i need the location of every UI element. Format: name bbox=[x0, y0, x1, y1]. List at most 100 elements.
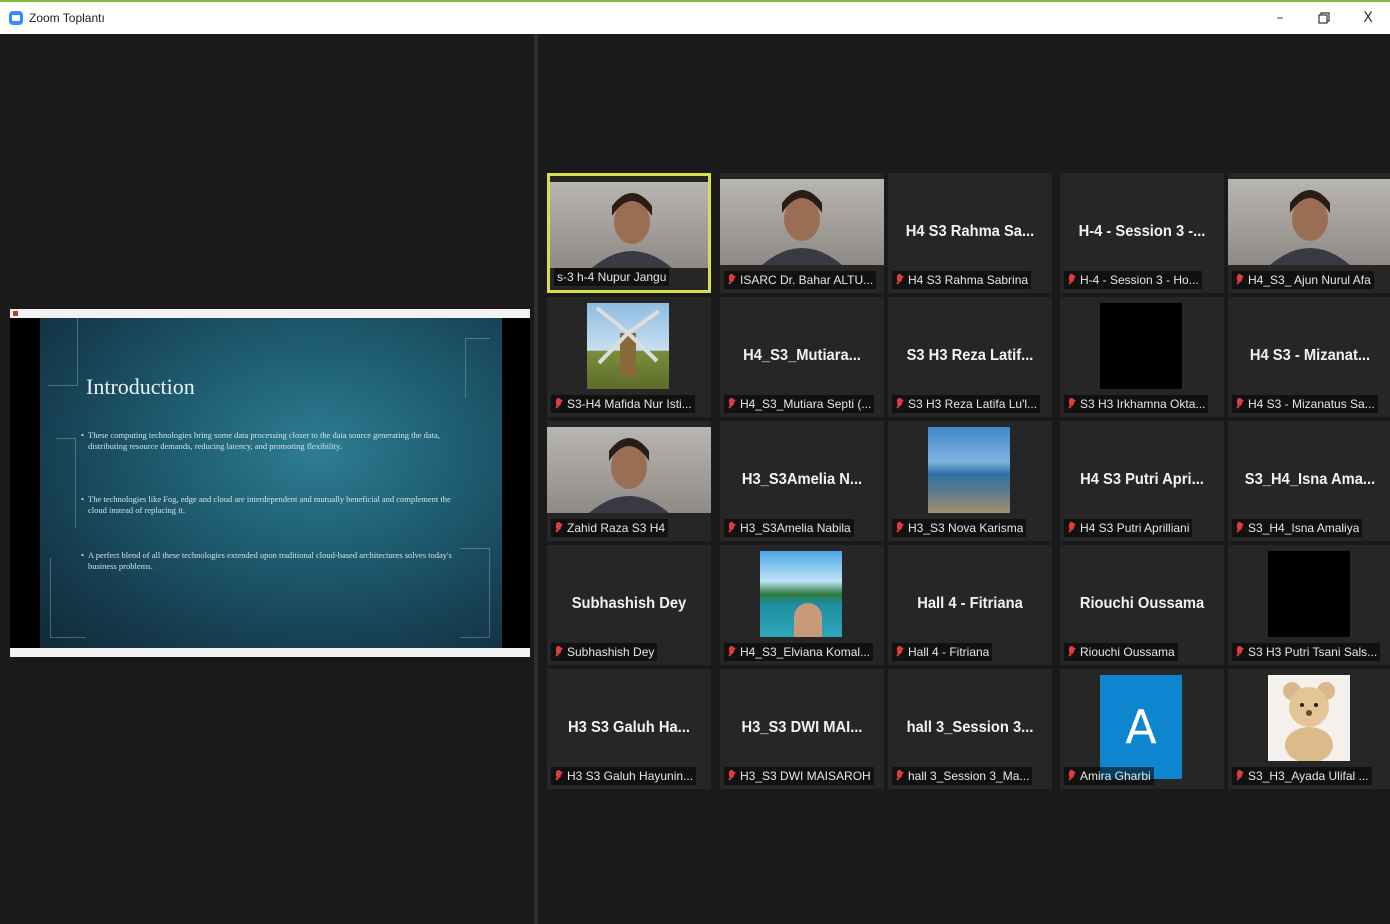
participant-tile[interactable]: Subhashish Dey Subhashish Dey bbox=[547, 545, 711, 665]
participant-tile[interactable]: S3 H3 Putri Tsani Sals... bbox=[1228, 545, 1390, 665]
participant-tile[interactable]: S3_H3_Ayada Ulifal ... bbox=[1228, 669, 1390, 789]
participant-display-name: Hall 4 - Fitriana bbox=[917, 595, 1023, 612]
muted-mic-icon bbox=[554, 770, 563, 782]
muted-mic-icon bbox=[1235, 770, 1244, 782]
participant-display-name: H4 S3 Putri Apri... bbox=[1080, 471, 1204, 488]
participant-name: Riouchi Oussama bbox=[1080, 645, 1175, 659]
participant-name-label: Subhashish Dey bbox=[551, 643, 658, 661]
muted-mic-icon bbox=[1067, 274, 1076, 286]
window-title: Zoom Toplantı bbox=[29, 11, 105, 25]
window-controls: – X bbox=[1258, 2, 1390, 34]
participant-tile[interactable]: s-3 h-4 Nupur Jangu bbox=[547, 173, 711, 293]
muted-mic-icon bbox=[727, 274, 736, 286]
participant-name-label: H3 S3 Galuh Hayunin... bbox=[551, 767, 697, 785]
participant-tile[interactable]: H3_S3Amelia N... H3_S3Amelia Nabila bbox=[720, 421, 884, 541]
participant-display-name: H-4 - Session 3 -... bbox=[1078, 223, 1206, 240]
video-teddy bbox=[1268, 675, 1350, 763]
participant-tile[interactable]: H4_S3_ Ajun Nurul Afa bbox=[1228, 173, 1390, 293]
participant-tile[interactable]: S3-H4 Mafida Nur Isti... bbox=[547, 297, 711, 417]
participant-name-label: H-4 - Session 3 - Ho... bbox=[1064, 271, 1202, 289]
participant-name-label: S3 H3 Irkhamna Okta... bbox=[1064, 395, 1209, 413]
participant-name-label: H4 S3 - Mizanatus Sa... bbox=[1232, 395, 1378, 413]
close-button[interactable]: X bbox=[1346, 2, 1390, 34]
minimize-button[interactable]: – bbox=[1258, 2, 1302, 34]
participant-name: Amira Gharbi bbox=[1080, 769, 1151, 783]
participant-display-name: H4 S3 - Mizanat... bbox=[1249, 347, 1371, 364]
slide-bullet: These computing technologies bring some … bbox=[81, 430, 458, 452]
participant-tile[interactable]: hall 3_Session 3... hall 3_Session 3_Ma..… bbox=[888, 669, 1052, 789]
participant-tile[interactable]: ISARC Dr. Bahar ALTU... bbox=[720, 173, 884, 293]
muted-mic-icon bbox=[554, 522, 563, 534]
participant-tile[interactable]: A Amira Gharbi bbox=[1060, 669, 1224, 789]
participant-name-label: H4_S3_Mutiara Septi (... bbox=[724, 395, 875, 413]
muted-mic-icon bbox=[895, 398, 904, 410]
participant-name-label: S3_H4_Isna Amaliya bbox=[1232, 519, 1363, 537]
muted-mic-icon bbox=[895, 522, 904, 534]
participant-tile[interactable]: S3_H4_Isna Ama... S3_H4_Isna Amaliya bbox=[1228, 421, 1390, 541]
participant-name-label: S3 H3 Putri Tsani Sals... bbox=[1232, 643, 1381, 661]
muted-mic-icon bbox=[727, 646, 736, 658]
participant-display-name: H3 S3 Galuh Ha... bbox=[568, 719, 690, 736]
participant-tile[interactable]: H4_S3_Mutiara... H4_S3_Mutiara Septi (... bbox=[720, 297, 884, 417]
video-black bbox=[1268, 551, 1350, 637]
muted-mic-icon bbox=[1067, 646, 1076, 658]
zoom-app-icon bbox=[9, 11, 23, 25]
participant-tile[interactable]: H3 S3 Galuh Ha... H3 S3 Galuh Hayunin... bbox=[547, 669, 711, 789]
participant-name-label: S3_H3_Ayada Ulifal ... bbox=[1232, 767, 1372, 785]
participant-tile[interactable]: S3 H3 Reza Latif... S3 H3 Reza Latifa Lu'… bbox=[888, 297, 1052, 417]
split-divider[interactable] bbox=[534, 34, 538, 924]
shared-screen[interactable]: Introduction These computing technologie… bbox=[10, 309, 530, 657]
participant-display-name: Subhashish Dey bbox=[571, 595, 687, 612]
participant-name: S3_H3_Ayada Ulifal ... bbox=[1248, 769, 1369, 783]
muted-mic-icon bbox=[895, 274, 904, 286]
muted-mic-icon bbox=[727, 770, 736, 782]
participant-name-label: S3 H3 Reza Latifa Lu'l... bbox=[892, 395, 1041, 413]
maximize-button[interactable] bbox=[1302, 2, 1346, 34]
participant-display-name: hall 3_Session 3... bbox=[906, 719, 1034, 736]
participant-tile[interactable]: H4 S3 - Mizanat... H4 S3 - Mizanatus Sa..… bbox=[1228, 297, 1390, 417]
presentation-slide: Introduction These computing technologie… bbox=[40, 318, 502, 649]
participant-name: H4_S3_Mutiara Septi (... bbox=[740, 397, 872, 411]
participant-display-name: H4 S3 Rahma Sa... bbox=[905, 223, 1035, 240]
participant-name-label: H4_S3_ Ajun Nurul Afa bbox=[1232, 271, 1374, 289]
participant-name-label: H3_S3 DWI MAISAROH bbox=[724, 767, 874, 785]
participant-name-label: H4_S3_Elviana Komal... bbox=[724, 643, 874, 661]
participant-name-label: Amira Gharbi bbox=[1064, 767, 1154, 785]
video-person bbox=[550, 182, 708, 268]
video-person bbox=[547, 427, 711, 513]
muted-mic-icon bbox=[1235, 646, 1244, 658]
participant-name-label: S3-H4 Mafida Nur Isti... bbox=[551, 395, 695, 413]
muted-mic-icon bbox=[895, 770, 904, 782]
participant-name: S3 H3 Putri Tsani Sals... bbox=[1248, 645, 1378, 659]
participant-name: S3-H4 Mafida Nur Isti... bbox=[567, 397, 692, 411]
participant-tile[interactable]: H4 S3 Putri Apri... H4 S3 Putri Aprillian… bbox=[1060, 421, 1224, 541]
participant-tile[interactable]: Hall 4 - Fitriana Hall 4 - Fitriana bbox=[888, 545, 1052, 665]
muted-mic-icon bbox=[1067, 770, 1076, 782]
participant-tile[interactable]: S3 H3 Irkhamna Okta... bbox=[1060, 297, 1224, 417]
participant-tile[interactable]: H3_S3 DWI MAI... H3_S3 DWI MAISAROH bbox=[720, 669, 884, 789]
participant-display-name: Riouchi Oussama bbox=[1079, 595, 1205, 612]
participant-name: S3 H3 Irkhamna Okta... bbox=[1080, 397, 1206, 411]
participant-name-label: hall 3_Session 3_Ma... bbox=[892, 767, 1033, 785]
slide-title: Introduction bbox=[86, 374, 195, 399]
video-lake bbox=[760, 551, 842, 637]
participant-display-name: H4_S3_Mutiara... bbox=[743, 347, 861, 364]
participant-name: H3_S3Amelia Nabila bbox=[740, 521, 851, 535]
participant-tile[interactable]: H3_S3 Nova Karisma bbox=[888, 421, 1052, 541]
title-bar: Zoom Toplantı – X bbox=[0, 0, 1390, 34]
participant-name-label: H3_S3 Nova Karisma bbox=[892, 519, 1027, 537]
restore-icon bbox=[1318, 12, 1330, 24]
participant-name: Hall 4 - Fitriana bbox=[908, 645, 990, 659]
participant-tile[interactable]: Zahid Raza S3 H4 bbox=[547, 421, 711, 541]
participant-name: H3 S3 Galuh Hayunin... bbox=[567, 769, 694, 783]
muted-mic-icon bbox=[1235, 398, 1244, 410]
participant-tile[interactable]: H4 S3 Rahma Sa... H4 S3 Rahma Sabrina bbox=[888, 173, 1052, 293]
video-person bbox=[720, 179, 884, 265]
participant-tile[interactable]: Riouchi Oussama Riouchi Oussama bbox=[1060, 545, 1224, 665]
participant-name-label: Riouchi Oussama bbox=[1064, 643, 1178, 661]
participant-display-name: H3_S3Amelia N... bbox=[741, 471, 863, 488]
participant-name: H4 S3 Rahma Sabrina bbox=[908, 273, 1029, 287]
participant-tile[interactable]: H-4 - Session 3 -... H-4 - Session 3 - Ho… bbox=[1060, 173, 1224, 293]
participant-name-label: s-3 h-4 Nupur Jangu bbox=[554, 268, 670, 286]
participant-tile[interactable]: H4_S3_Elviana Komal... bbox=[720, 545, 884, 665]
